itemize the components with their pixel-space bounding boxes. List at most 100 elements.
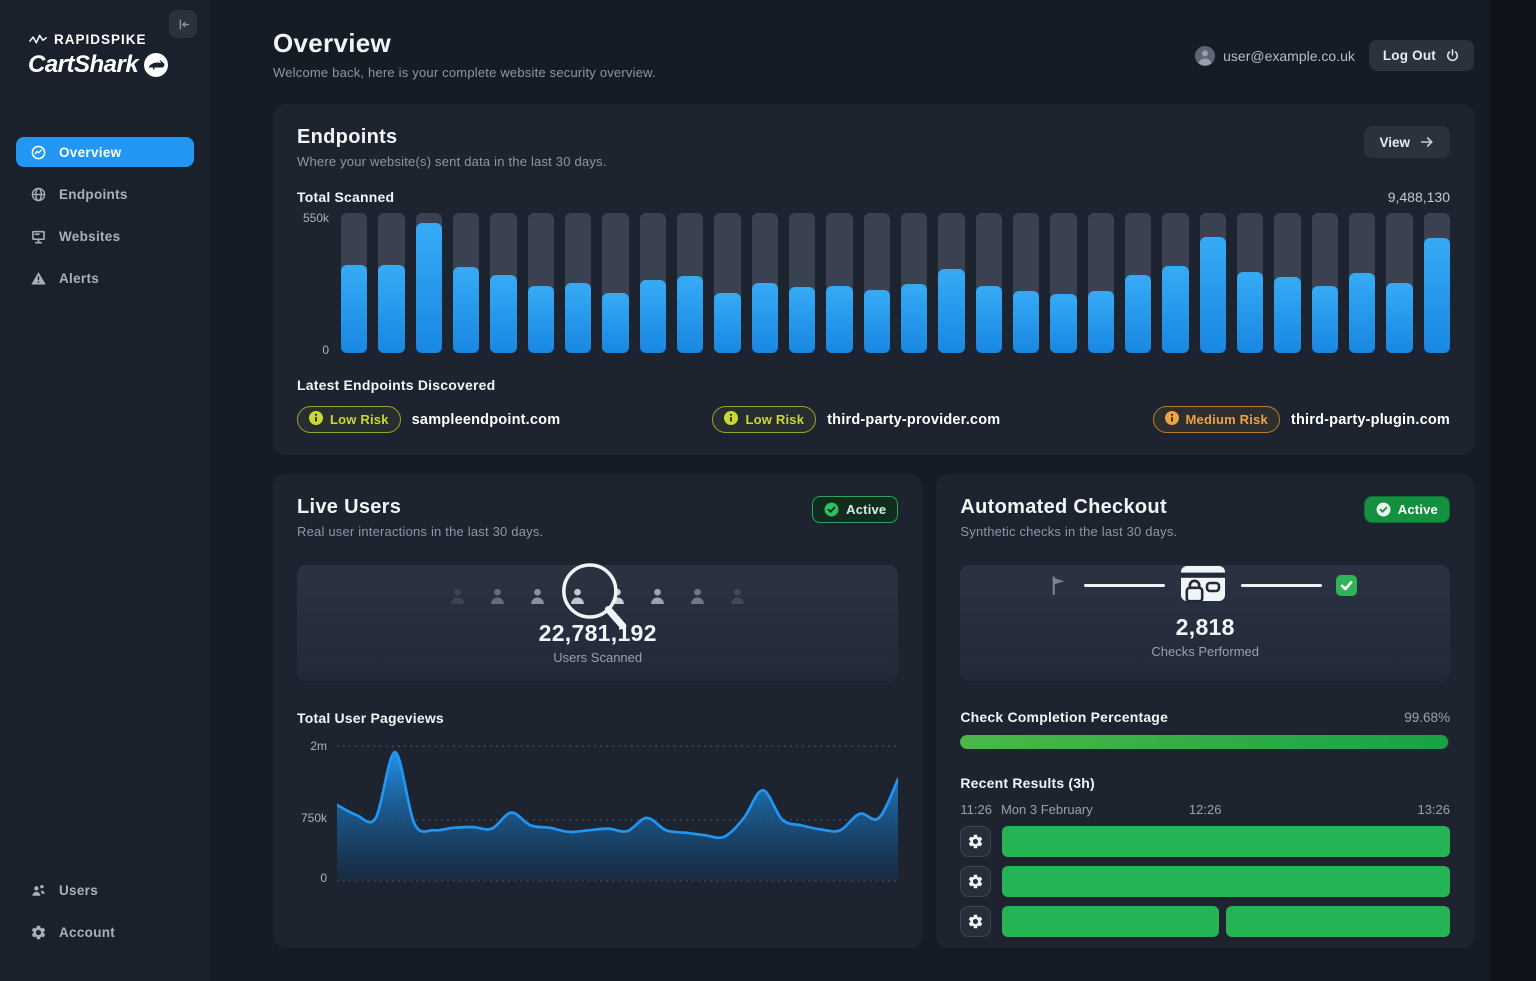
sidebar-nav-bottom: Users Account xyxy=(0,875,210,959)
area-ytick-750k: 750k xyxy=(300,811,327,825)
sidebar-item-account[interactable]: Account xyxy=(16,917,194,947)
scan-bar[interactable] xyxy=(1087,213,1114,353)
endpoints-card: Endpoints Where your website(s) sent dat… xyxy=(273,104,1474,455)
scan-bar-fill xyxy=(527,285,554,353)
scan-bar[interactable] xyxy=(341,213,368,353)
scan-bar[interactable] xyxy=(1236,213,1264,353)
recent-result-rows xyxy=(960,826,1450,937)
pageviews-label: Total User Pageviews xyxy=(297,710,444,726)
scan-bar-fill xyxy=(1087,291,1114,353)
scan-bar[interactable] xyxy=(714,213,741,353)
scan-bar[interactable] xyxy=(938,213,965,353)
area-ytick-2m: 2m xyxy=(310,739,327,753)
scan-bar[interactable] xyxy=(676,213,704,353)
scan-bar[interactable] xyxy=(452,213,480,353)
result-success-segment[interactable] xyxy=(1002,826,1450,857)
sidebar-item-websites[interactable]: Websites xyxy=(16,221,194,251)
scan-bar-fill xyxy=(639,280,666,353)
scan-bar[interactable] xyxy=(639,213,666,353)
alert-triangle-icon xyxy=(30,270,47,287)
scan-bar[interactable] xyxy=(1012,213,1040,353)
scan-bar[interactable] xyxy=(1162,213,1189,353)
scan-bar-fill xyxy=(1311,285,1338,353)
scan-bar-fill xyxy=(602,292,629,353)
result-settings-button[interactable] xyxy=(960,826,992,857)
scan-bar-fill xyxy=(863,289,890,353)
check-circle-icon xyxy=(1376,502,1391,517)
scan-bar[interactable] xyxy=(1274,213,1301,353)
scan-bar[interactable] xyxy=(564,213,592,353)
scan-bar[interactable] xyxy=(1050,213,1077,353)
scan-bar[interactable] xyxy=(378,213,405,353)
avatar xyxy=(1195,45,1216,66)
sidebar-item-endpoints[interactable]: Endpoints xyxy=(16,179,194,209)
completion-label: Check Completion Percentage xyxy=(960,709,1169,725)
scan-bar[interactable] xyxy=(975,213,1002,353)
risk-badge-medium[interactable]: Medium Risk xyxy=(1152,406,1280,433)
scan-bar[interactable] xyxy=(415,213,442,353)
result-success-segment[interactable] xyxy=(1226,906,1450,937)
risk-badge-low[interactable]: Low Risk xyxy=(712,406,817,433)
scan-bar[interactable] xyxy=(863,213,890,353)
scan-bar[interactable] xyxy=(826,213,853,353)
sidebar-item-alerts[interactable]: Alerts xyxy=(16,263,194,293)
logout-label: Log Out xyxy=(1382,48,1436,63)
checks-performed-value: 2,818 xyxy=(1175,614,1235,640)
scan-bar[interactable] xyxy=(751,213,778,353)
person-icon xyxy=(686,585,709,608)
live-users-status-label: Active xyxy=(846,502,887,517)
scan-bar-fill xyxy=(938,269,965,353)
result-success-segment[interactable] xyxy=(1002,906,1220,937)
timeline-start-time: 11:26 xyxy=(960,802,992,817)
scan-bar[interactable] xyxy=(1386,213,1413,353)
live-users-status-badge[interactable]: Active xyxy=(812,496,899,523)
info-icon xyxy=(309,411,323,428)
scan-bar-fill xyxy=(564,283,592,353)
checkout-status-badge[interactable]: Active xyxy=(1363,496,1450,523)
result-success-segment[interactable] xyxy=(1002,866,1450,897)
latest-endpoints-label: Latest Endpoints Discovered xyxy=(297,377,496,393)
scan-bar[interactable] xyxy=(788,213,816,353)
timeline-mid-time: 12:26 xyxy=(1188,802,1222,817)
view-endpoints-button[interactable]: View xyxy=(1364,126,1450,158)
scan-bar[interactable] xyxy=(490,213,517,353)
endpoint-domain: sampleendpoint.com xyxy=(411,411,561,428)
person-icon xyxy=(446,585,469,608)
gear-icon xyxy=(30,924,47,941)
total-scanned-value: 9,488,130 xyxy=(1387,189,1450,205)
scan-bar-fill xyxy=(378,264,405,353)
scan-bar[interactable] xyxy=(602,213,629,353)
endpoint-domain: third-party-plugin.com xyxy=(1290,411,1450,428)
scan-bar[interactable] xyxy=(527,213,554,353)
scan-bar[interactable] xyxy=(1423,213,1450,353)
scan-bar-fill xyxy=(975,285,1002,353)
scan-bar[interactable] xyxy=(1348,213,1376,353)
live-users-title: Live Users xyxy=(297,496,402,518)
user-email: user@example.co.uk xyxy=(1223,47,1355,64)
info-icon xyxy=(1164,411,1179,428)
risk-label: Low Risk xyxy=(330,412,389,427)
scan-bar-fill xyxy=(341,264,368,353)
scan-bar[interactable] xyxy=(1199,213,1226,353)
scan-bar[interactable] xyxy=(1311,213,1338,353)
scan-bar-fill xyxy=(490,274,517,353)
risk-badge-low[interactable]: Low Risk xyxy=(297,406,401,433)
scan-bar-fill xyxy=(826,285,853,353)
endpoint-domain: third-party-provider.com xyxy=(827,411,1001,428)
checks-performed-panel: 2,818 Checks Performed xyxy=(960,565,1450,681)
sidebar-item-users[interactable]: Users xyxy=(16,875,194,905)
scan-bar[interactable] xyxy=(900,213,928,353)
logout-button[interactable]: Log Out xyxy=(1368,40,1474,71)
result-settings-button[interactable] xyxy=(960,906,992,937)
scan-bar-fill xyxy=(1050,294,1077,353)
scan-bar[interactable] xyxy=(1124,213,1152,353)
sidebar-item-label: Endpoints xyxy=(59,186,128,202)
result-settings-button[interactable] xyxy=(960,866,992,897)
sidebar-item-label: Overview xyxy=(59,144,122,160)
sidebar-item-overview[interactable]: Overview xyxy=(16,137,194,167)
pageviews-area-chart: 2m 750k 0 xyxy=(297,738,899,886)
checkout-subtitle: Synthetic checks in the last 30 days. xyxy=(960,524,1178,539)
completion-progress-fill xyxy=(960,735,1449,749)
people-icons-row xyxy=(297,565,898,608)
sidebar-collapse-button[interactable] xyxy=(169,10,197,38)
